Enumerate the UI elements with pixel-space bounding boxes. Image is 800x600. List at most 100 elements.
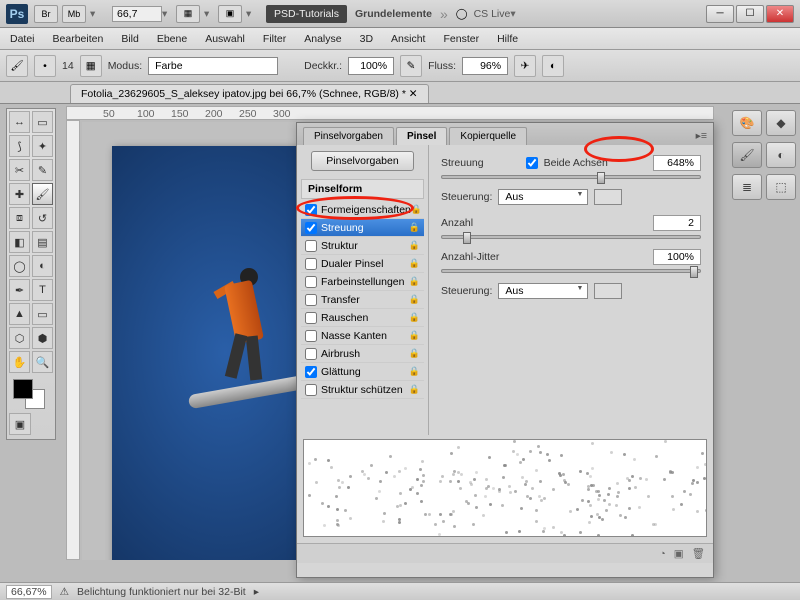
brush-option-formeigenschaften[interactable]: Formeigenschaften🔒	[301, 201, 424, 219]
control-extra-button[interactable]	[594, 189, 622, 205]
count-value[interactable]: 2	[653, 215, 701, 231]
tab-pinselvorgaben[interactable]: Pinselvorgaben	[303, 127, 394, 145]
tab-pinsel[interactable]: Pinsel	[396, 127, 447, 145]
chevron-down-icon[interactable]: ▾	[204, 8, 218, 20]
brush-option-rauschen[interactable]: Rauschen🔒	[301, 309, 424, 327]
airbrush-icon[interactable]: ✈	[514, 55, 536, 77]
brush-preset-picker[interactable]: •	[34, 55, 56, 77]
shape-tool[interactable]: ▭	[32, 303, 53, 325]
chevron-down-icon[interactable]: ▾	[246, 8, 260, 20]
minibridge-button[interactable]: Mb	[62, 5, 86, 23]
count-jitter-slider[interactable]	[441, 269, 701, 273]
menu-fenster[interactable]: Fenster	[443, 33, 479, 45]
brush-tool-icon[interactable]: 🖌	[6, 55, 28, 77]
menu-filter[interactable]: Filter	[263, 33, 286, 45]
menu-auswahl[interactable]: Auswahl	[205, 33, 245, 45]
marquee-tool[interactable]: ▭	[32, 111, 53, 133]
pen-tool[interactable]: ✒	[9, 279, 30, 301]
close-tab-icon[interactable]: ✕	[409, 88, 418, 100]
option-checkbox[interactable]	[305, 348, 317, 360]
chevron-down-icon[interactable]: ▾	[90, 8, 104, 20]
toggle-preview-icon[interactable]: ◔	[659, 548, 665, 560]
scatter-control-select[interactable]: Aus	[498, 189, 588, 205]
gradient-tool[interactable]: ▤	[32, 231, 53, 253]
3d-camera-tool[interactable]: ⬢	[32, 327, 53, 349]
move-tool[interactable]: ↔	[9, 111, 30, 133]
option-checkbox[interactable]	[305, 204, 317, 216]
brush-option-struktur-schützen[interactable]: Struktur schützen🔒	[301, 381, 424, 399]
menu-hilfe[interactable]: Hilfe	[497, 33, 518, 45]
brush-tool[interactable]: 🖌	[32, 183, 53, 205]
brush-presets-button[interactable]: Pinselvorgaben	[311, 151, 413, 171]
layers-panel-icon[interactable]: ≣	[732, 174, 762, 200]
menu-ansicht[interactable]: Ansicht	[391, 33, 425, 45]
history-brush-tool[interactable]: ↺	[32, 207, 53, 229]
menu-bild[interactable]: Bild	[121, 33, 139, 45]
option-checkbox[interactable]	[305, 276, 317, 288]
opacity-field[interactable]: 100%	[348, 57, 394, 75]
maximize-button[interactable]: ☐	[736, 5, 764, 23]
workspace-psd-tutorials[interactable]: PSD-Tutorials	[266, 5, 347, 23]
brush-option-transfer[interactable]: Transfer🔒	[301, 291, 424, 309]
scatter-value[interactable]: 648%	[653, 155, 701, 171]
brush-tip-shape-header[interactable]: Pinselform	[301, 179, 424, 199]
3d-tool[interactable]: ⬡	[9, 327, 30, 349]
jitter-control-select[interactable]: Aus	[498, 283, 588, 299]
scatter-slider[interactable]	[441, 175, 701, 179]
chevron-down-icon[interactable]: ▾	[510, 8, 524, 20]
bridge-button[interactable]: Br	[34, 5, 58, 23]
option-checkbox[interactable]	[305, 366, 317, 378]
color-panel-icon[interactable]: 🎨	[732, 110, 762, 136]
option-checkbox[interactable]	[305, 384, 317, 396]
menu-analyse[interactable]: Analyse	[304, 33, 341, 45]
hand-tool[interactable]: ✋	[9, 351, 30, 373]
brush-option-nasse-kanten[interactable]: Nasse Kanten🔒	[301, 327, 424, 345]
menu-bearbeiten[interactable]: Bearbeiten	[53, 33, 104, 45]
swatches-panel-icon[interactable]: ◆	[766, 110, 796, 136]
control2-extra-button[interactable]	[594, 283, 622, 299]
brush-option-farbeinstellungen[interactable]: Farbeinstellungen🔒	[301, 273, 424, 291]
option-checkbox[interactable]	[305, 258, 317, 270]
close-button[interactable]: ✕	[766, 5, 794, 23]
option-checkbox[interactable]	[305, 222, 317, 234]
brush-option-dualer-pinsel[interactable]: Dualer Pinsel🔒	[301, 255, 424, 273]
brush-option-struktur[interactable]: Struktur🔒	[301, 237, 424, 255]
pressure-size-icon[interactable]: ◐	[542, 55, 564, 77]
menu-datei[interactable]: Datei	[10, 33, 35, 45]
document-tab[interactable]: Fotolia_23629605_S_aleksey ipatov.jpg be…	[70, 84, 429, 103]
minimize-button[interactable]: ─	[706, 5, 734, 23]
blend-mode-select[interactable]: Farbe	[148, 57, 278, 75]
path-select-tool[interactable]: ▲	[9, 303, 30, 325]
option-checkbox[interactable]	[305, 294, 317, 306]
more-icon[interactable]: »	[440, 6, 448, 22]
crop-tool[interactable]: ✂	[9, 159, 30, 181]
lasso-tool[interactable]: ⟆	[9, 135, 30, 157]
chevron-down-icon[interactable]: ▾	[162, 8, 176, 20]
panel-menu-icon[interactable]: ▸≡	[690, 127, 713, 145]
heal-tool[interactable]: ✚	[9, 183, 30, 205]
brush-panel-icon[interactable]: 🖌	[732, 142, 762, 168]
flow-field[interactable]: 96%	[462, 57, 508, 75]
cslive-label[interactable]: CS Live	[474, 8, 511, 20]
dodge-tool[interactable]: ◐	[32, 255, 53, 277]
option-checkbox[interactable]	[305, 330, 317, 342]
zoom-field[interactable]: 66,7	[112, 6, 162, 22]
blur-tool[interactable]: ◯	[9, 255, 30, 277]
option-checkbox[interactable]	[305, 312, 317, 324]
new-preset-icon[interactable]: ▣	[674, 548, 684, 560]
menu-ebene[interactable]: Ebene	[157, 33, 187, 45]
count-slider[interactable]	[441, 235, 701, 239]
paths-panel-icon[interactable]: ⬚	[766, 174, 796, 200]
quickmask-toggle[interactable]: ▣	[9, 413, 31, 435]
screen-mode-button[interactable]: ▣	[218, 5, 242, 23]
workspace-grundelemente[interactable]: Grundelemente	[355, 8, 432, 20]
option-checkbox[interactable]	[305, 240, 317, 252]
eyedropper-tool[interactable]: ✎	[32, 159, 53, 181]
both-axes-checkbox[interactable]	[526, 157, 538, 169]
brush-panel-toggle[interactable]: ▦	[80, 55, 102, 77]
menu-3d[interactable]: 3D	[360, 33, 373, 45]
brush-option-glättung[interactable]: Glättung🔒	[301, 363, 424, 381]
color-swatch[interactable]	[9, 377, 53, 413]
brush-option-airbrush[interactable]: Airbrush🔒	[301, 345, 424, 363]
eraser-tool[interactable]: ◧	[9, 231, 30, 253]
